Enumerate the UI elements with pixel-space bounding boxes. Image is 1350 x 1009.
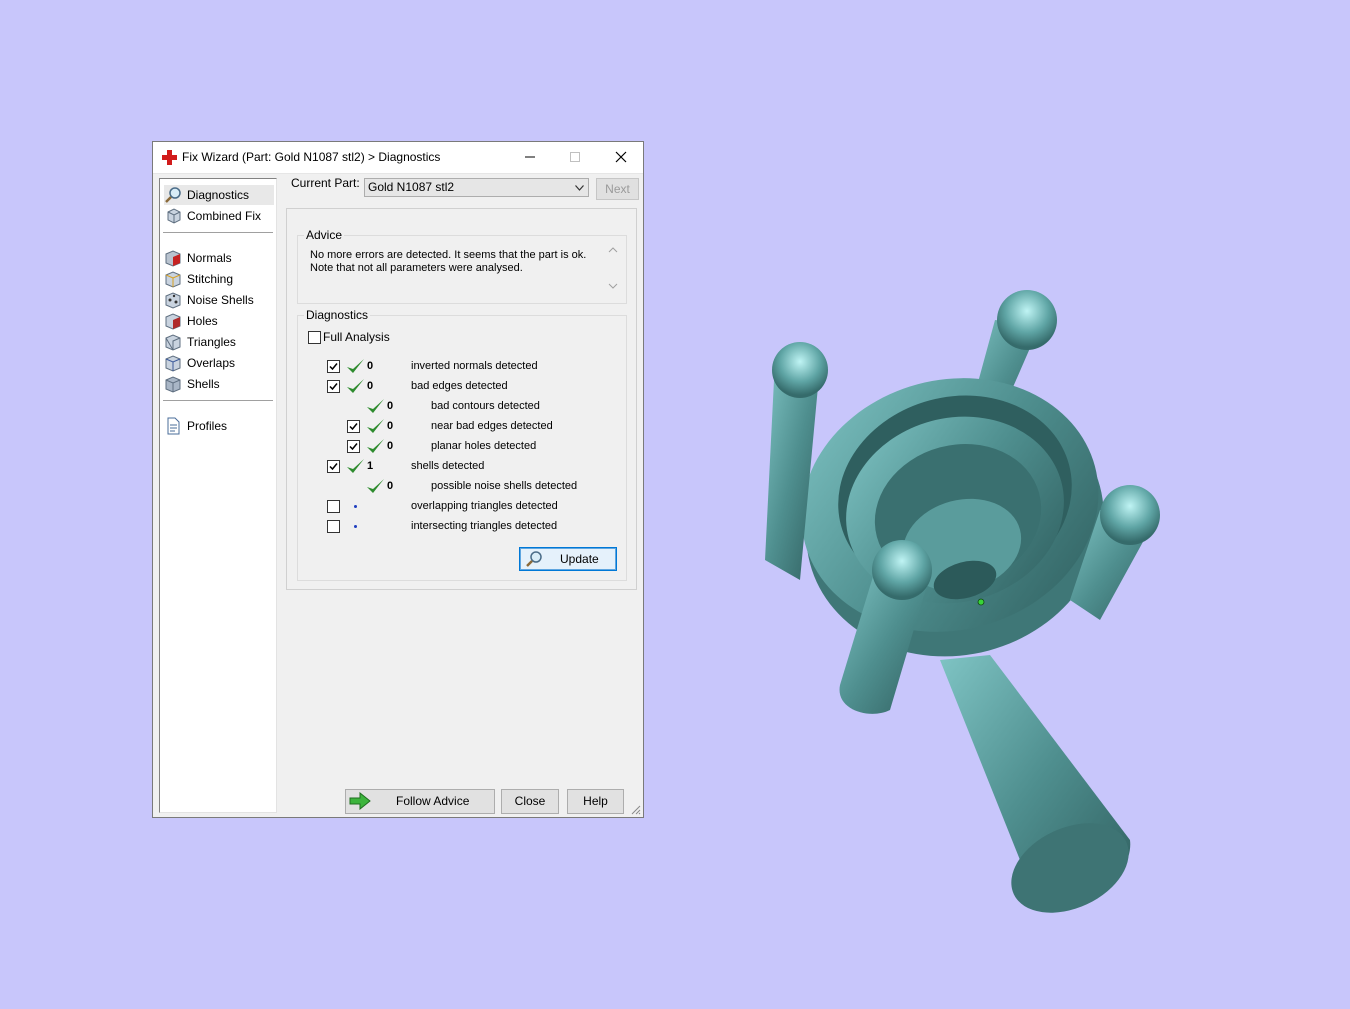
green-check-icon (367, 419, 384, 433)
document-icon (167, 417, 180, 435)
next-button: Next (596, 178, 639, 200)
planar-holes-checkbox[interactable] (347, 440, 360, 453)
current-part-select[interactable]: Gold N1087 stl2 (364, 178, 589, 197)
green-arrow-icon (349, 792, 371, 810)
red-cross-icon (162, 150, 177, 165)
nav-item-diagnostics[interactable]: Diagnostics (164, 185, 274, 205)
overlapping-triangles-checkbox[interactable] (327, 500, 340, 513)
near-bad-edges-count: 0 (387, 420, 394, 432)
minimize-button[interactable] (507, 142, 552, 172)
bad-edges-label: bad edges detected (411, 380, 508, 392)
nav-item-noise-shells[interactable]: Noise Shells (164, 290, 274, 310)
holes-cube-icon (165, 313, 181, 330)
checkmark-icon (329, 363, 338, 371)
maximize-button (552, 142, 597, 172)
bad-contours-count: 0 (387, 400, 394, 412)
fix-wizard-dialog: Fix Wizard (Part: Gold N1087 stl2) > Dia… (152, 141, 644, 818)
not-analysed-dot-icon (354, 505, 357, 508)
green-check-icon (347, 459, 364, 473)
follow-advice-button[interactable]: Follow Advice (345, 789, 495, 814)
maximize-icon (570, 152, 580, 162)
update-label: Update (560, 552, 599, 566)
intersecting-triangles-checkbox[interactable] (327, 520, 340, 533)
minimize-icon (525, 156, 535, 158)
normals-cube-icon (165, 250, 181, 267)
window-title: Fix Wizard (Part: Gold N1087 stl2) > Dia… (182, 150, 441, 164)
nav-item-profiles[interactable]: Profiles (164, 416, 274, 436)
part-3d-model[interactable] (740, 280, 1180, 920)
checkmark-icon (329, 383, 338, 391)
nav-separator (163, 400, 273, 401)
overlapping-triangles-label: overlapping triangles detected (411, 500, 558, 512)
green-check-icon (367, 479, 384, 493)
checkmark-icon (329, 463, 338, 471)
bad-edges-count: 0 (367, 380, 374, 392)
nav-item-stitching[interactable]: Stitching (164, 269, 274, 289)
green-check-icon (347, 379, 364, 393)
diagnostics-panel: Advice No more errors are detected. It s… (286, 208, 637, 590)
current-part-value: Gold N1087 stl2 (368, 180, 455, 194)
overlaps-cube-icon (165, 355, 181, 372)
nav-item-holes[interactable]: Holes (164, 311, 274, 331)
stitching-cube-icon (165, 271, 181, 288)
nav-separator (163, 232, 273, 233)
close-button[interactable]: Close (501, 789, 559, 814)
near-bad-edges-checkbox[interactable] (347, 420, 360, 433)
inverted-normals-label: inverted normals detected (411, 360, 538, 372)
chevron-down-icon (575, 185, 584, 191)
resize-grip-icon[interactable] (631, 805, 641, 815)
cube-stack-icon (167, 208, 181, 224)
checkmark-icon (349, 423, 358, 431)
green-check-icon (367, 399, 384, 413)
diagnostics-group: Diagnostics Full Analysis 0 inverted nor… (297, 308, 627, 581)
close-icon (615, 151, 627, 163)
shells-cube-icon (165, 376, 181, 393)
diagnostics-title: Diagnostics (304, 308, 371, 322)
near-bad-edges-label: near bad edges detected (431, 420, 553, 432)
bad-edges-checkbox[interactable] (327, 380, 340, 393)
planar-holes-count: 0 (387, 440, 394, 452)
intersecting-triangles-label: intersecting triangles detected (411, 520, 558, 532)
help-button[interactable]: Help (567, 789, 624, 814)
not-analysed-dot-icon (354, 525, 357, 528)
nav-item-combined-fix[interactable]: Combined Fix (164, 206, 274, 226)
planar-holes-label: planar holes detected (431, 440, 537, 452)
wizard-nav-list: Diagnostics Combined Fix Normals Stitchi… (159, 178, 277, 813)
noise-shells-cube-icon (165, 292, 181, 309)
nav-item-overlaps[interactable]: Overlaps (164, 353, 274, 373)
full-analysis-checkbox[interactable] (308, 331, 321, 344)
magnifier-icon (165, 187, 181, 203)
green-check-icon (347, 359, 364, 373)
advice-group: Advice No more errors are detected. It s… (297, 228, 627, 304)
noise-shells-count: 0 (387, 480, 394, 492)
shells-label: shells detected (411, 460, 485, 472)
nav-item-normals[interactable]: Normals (164, 248, 274, 268)
full-analysis-label: Full Analysis (323, 330, 390, 344)
nav-item-triangles[interactable]: Triangles (164, 332, 274, 352)
checkmark-icon (349, 443, 358, 451)
advice-scrollbar[interactable] (606, 244, 620, 292)
bad-contours-label: bad contours detected (431, 400, 540, 412)
title-bar[interactable]: Fix Wizard (Part: Gold N1087 stl2) > Dia… (153, 142, 643, 174)
inverted-normals-checkbox[interactable] (327, 360, 340, 373)
triangles-cube-icon (165, 334, 181, 351)
current-part-label: Current Part: (291, 176, 360, 190)
advice-text: No more errors are detected. It seems th… (310, 249, 587, 274)
nav-item-shells[interactable]: Shells (164, 374, 274, 394)
shells-checkbox[interactable] (327, 460, 340, 473)
advice-title: Advice (304, 228, 345, 242)
inverted-normals-count: 0 (367, 360, 374, 372)
green-check-icon (367, 439, 384, 453)
shells-count: 1 (367, 460, 374, 472)
close-window-button[interactable] (598, 142, 643, 172)
noise-shells-label: possible noise shells detected (431, 480, 578, 492)
magnifier-icon (526, 551, 542, 567)
follow-advice-label: Follow Advice (396, 794, 470, 808)
update-button[interactable]: Update (519, 547, 617, 571)
